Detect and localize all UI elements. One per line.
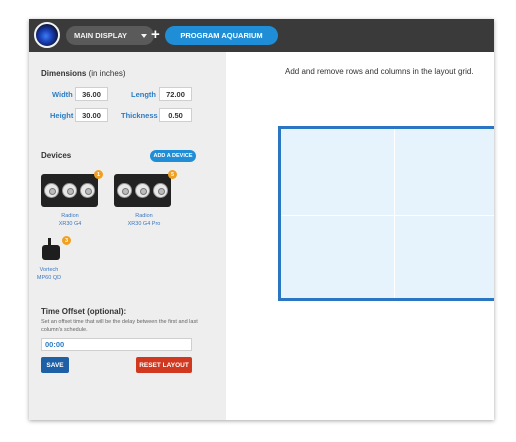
chevron-down-icon xyxy=(141,34,147,38)
fan-icon xyxy=(134,183,150,198)
width-label: Width xyxy=(52,90,73,99)
height-input[interactable]: 30.00 xyxy=(75,108,108,122)
length-input[interactable]: 72.00 xyxy=(159,87,192,101)
fan-icon xyxy=(44,183,60,198)
device-model: XR30 G4 Pro xyxy=(127,221,161,227)
app-window: MAIN DISPLAY + PROGRAM AQUARIUM Dimensio… xyxy=(29,19,494,420)
pump-icon xyxy=(42,245,60,260)
device-card-radion-xr30-g4-pro[interactable] xyxy=(114,174,171,207)
device-name: Radion xyxy=(135,213,153,219)
device-card-vortech-mp60-qd[interactable] xyxy=(42,238,62,261)
length-label: Length xyxy=(131,90,156,99)
layout-instruction: Add and remove rows and columns in the l… xyxy=(285,67,474,76)
layout-grid[interactable] xyxy=(278,126,494,301)
dimensions-unit: (in inches) xyxy=(88,69,126,78)
device-model: XR30 G4 xyxy=(58,221,82,227)
device-card-radion-xr30-g4[interactable] xyxy=(41,174,98,207)
sidebar: Dimensions (in inches) Width 36.00 Lengt… xyxy=(29,52,226,420)
device-badge: 3 xyxy=(62,236,71,245)
dimensions-title: Dimensions xyxy=(41,69,87,78)
add-device-button[interactable]: ADD A DEVICE xyxy=(150,150,196,162)
time-offset-title: Time Offset (optional): xyxy=(41,307,127,316)
fan-icon xyxy=(79,183,95,198)
display-select[interactable]: MAIN DISPLAY xyxy=(66,26,154,45)
display-select-label: MAIN DISPLAY xyxy=(74,31,128,40)
add-display-button[interactable]: + xyxy=(151,25,160,44)
width-input[interactable]: 36.00 xyxy=(75,87,108,101)
thickness-label: Thickness xyxy=(121,111,158,120)
fan-icon xyxy=(152,183,168,198)
reset-layout-button[interactable]: RESET LAYOUT xyxy=(136,357,192,373)
program-aquarium-button[interactable]: PROGRAM AQUARIUM xyxy=(165,26,278,45)
time-offset-input[interactable]: 00:00 xyxy=(41,338,192,351)
fan-icon xyxy=(117,183,133,198)
device-name: Vortech xyxy=(39,267,59,273)
fan-icon xyxy=(61,183,77,198)
device-badge: 1 xyxy=(94,170,103,179)
grid-column-divider xyxy=(394,129,395,298)
device-model: MP60 QD xyxy=(36,275,62,281)
grid-row-divider xyxy=(281,215,494,216)
devices-title: Devices xyxy=(41,151,72,160)
dimensions-heading: Dimensions (in inches) xyxy=(41,69,125,78)
thickness-input[interactable]: 0.50 xyxy=(159,108,192,122)
app-logo xyxy=(34,22,60,48)
save-button[interactable]: SAVE xyxy=(41,357,69,373)
device-name: Radion xyxy=(61,213,79,219)
height-label: Height xyxy=(50,111,74,120)
device-badge: 5 xyxy=(168,170,177,179)
top-bar: MAIN DISPLAY + PROGRAM AQUARIUM xyxy=(29,19,494,52)
time-offset-description: Set an offset time that will be the dela… xyxy=(41,319,198,333)
